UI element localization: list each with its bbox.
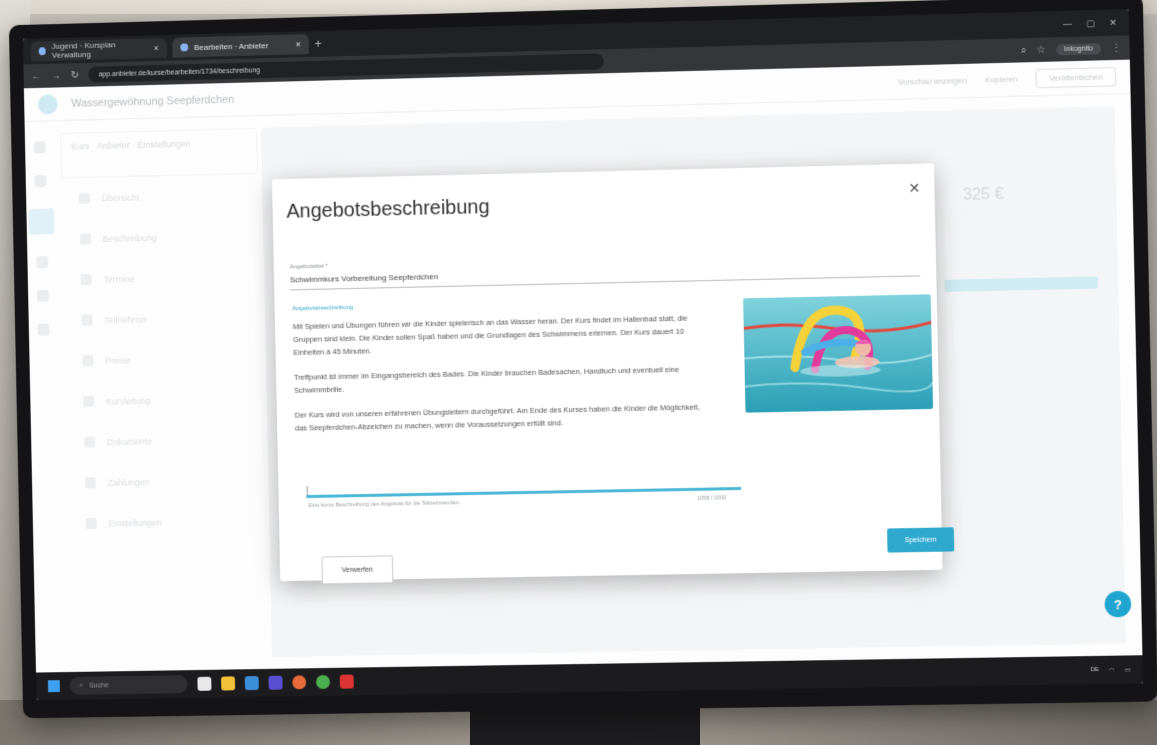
maximize-icon[interactable]: ▢ <box>1086 18 1095 29</box>
title-field-label: Angebotstitel * <box>289 263 328 271</box>
description-paragraph: Der Kurs wird von unseren erfahrenen Übu… <box>294 402 700 433</box>
editor-underline <box>306 486 742 499</box>
screen: Jugend · Kursplan Verwaltung × Bearbeite… <box>22 9 1144 701</box>
forward-icon[interactable]: → <box>51 70 61 81</box>
title-field[interactable]: Schwimmkurs Vorbereitung Seepferdchen <box>289 261 921 291</box>
minimize-icon[interactable]: — <box>1063 18 1072 29</box>
publish-button[interactable]: Veröffentlichen <box>1035 67 1117 89</box>
firefox-icon[interactable] <box>292 675 307 690</box>
search-placeholder: Suche <box>89 681 109 690</box>
clock[interactable]: ▭ <box>1125 666 1131 673</box>
app-logo[interactable] <box>37 93 58 115</box>
header-actions: Vorschau anzeigen Kopieren Veröffentlich… <box>898 67 1117 92</box>
profile-button[interactable]: Inkognito <box>1055 42 1102 55</box>
tab-label: Bearbeiten · Anbieter <box>194 40 269 52</box>
tab-label: Jugend · Kursplan Verwaltung <box>51 40 116 60</box>
os-taskbar: ⌕ Suche DE ◠ ▭ <box>35 655 1144 701</box>
tab-favicon-icon <box>180 43 189 52</box>
close-tab-icon[interactable]: × <box>295 39 300 49</box>
description-dialog: Angebotsbeschreibung ✕ Angebotstitel * S… <box>271 163 955 585</box>
close-tab-icon[interactable]: × <box>153 43 158 53</box>
save-button[interactable]: Speichern <box>887 527 955 553</box>
preview-link[interactable]: Vorschau anzeigen <box>898 76 967 87</box>
discard-button[interactable]: Verwerfen <box>321 555 394 585</box>
new-tab-icon[interactable]: + <box>315 37 322 51</box>
reload-icon[interactable]: ↻ <box>71 70 79 81</box>
editor-caret: | <box>306 485 309 496</box>
system-tray: DE ◠ ▭ <box>1090 666 1142 674</box>
window-controls: — ▢ ✕ <box>1063 17 1129 30</box>
wifi-icon[interactable]: ◠ <box>1109 666 1114 673</box>
helper-text: Eine kurze Beschreibung des Angebots für… <box>308 500 461 509</box>
browser-tab-2[interactable]: Bearbeiten · Anbieter × <box>172 34 309 58</box>
menu-icon[interactable]: ⋮ <box>1111 42 1121 53</box>
teams-icon[interactable] <box>268 675 283 690</box>
character-counter: 1058 / 2000 <box>697 495 727 502</box>
description-paragraph: Treffpunkt ist immer im Eingangsbereich … <box>293 364 680 395</box>
back-icon[interactable]: ← <box>31 71 41 82</box>
page-title: Wassergewöhnung Seepferdchen <box>71 93 235 110</box>
taskbar-search[interactable]: ⌕ Suche <box>69 675 188 695</box>
windows-start-icon[interactable] <box>47 680 60 693</box>
tab-favicon-icon <box>38 47 47 56</box>
dialog-title: Angebotsbeschreibung <box>286 196 490 223</box>
close-window-icon[interactable]: ✕ <box>1109 17 1117 28</box>
tray-language[interactable]: DE <box>1090 667 1099 673</box>
taskview-icon[interactable] <box>197 676 212 691</box>
copy-link[interactable]: Kopieren <box>985 75 1018 85</box>
star-icon[interactable]: ☆ <box>1037 44 1046 55</box>
zoom-icon[interactable]: ⌕ <box>1021 45 1027 56</box>
description-paragraph: Mit Spielen und Übungen führen wir die K… <box>292 313 688 357</box>
swimming-kids-image <box>743 294 934 413</box>
search-icon: ⌕ <box>79 681 84 689</box>
description-editor[interactable]: Mit Spielen und Übungen führen wir die K… <box>293 311 714 446</box>
mail-icon[interactable] <box>244 676 259 691</box>
monitor: Jugend · Kursplan Verwaltung × Bearbeite… <box>8 0 1157 719</box>
app-icon[interactable] <box>339 674 354 689</box>
toolbar-right: ⌕ ☆ Inkognito ⋮ <box>1021 42 1122 56</box>
browser-tab-1[interactable]: Jugend · Kursplan Verwaltung × <box>30 37 167 62</box>
chrome-icon[interactable] <box>315 674 331 690</box>
description-field-label: Angebotsbeschreibung <box>292 304 354 313</box>
explorer-icon[interactable] <box>221 676 236 691</box>
close-icon[interactable]: ✕ <box>908 180 920 197</box>
